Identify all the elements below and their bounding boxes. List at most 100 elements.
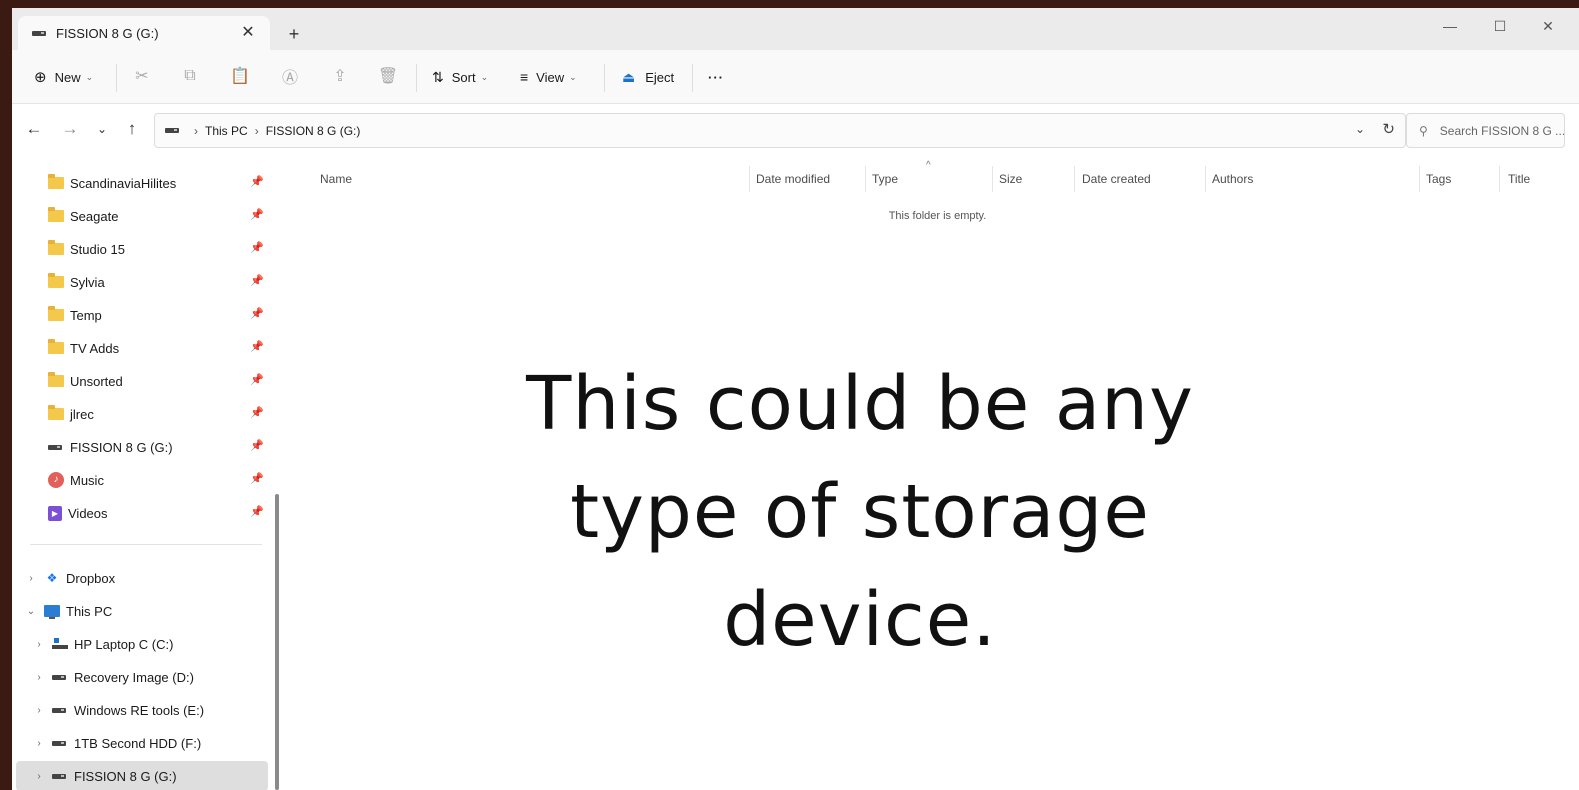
close-button[interactable]: ✕ — [1528, 12, 1568, 40]
up-arrow-icon[interactable]: ↑ — [120, 117, 144, 141]
maximize-button[interactable]: ☐ — [1480, 12, 1520, 40]
rename-icon[interactable]: Ⓐ — [278, 64, 302, 88]
column-header-tags[interactable]: Tags — [1426, 172, 1451, 186]
view-button[interactable]: ≡ View ⌄ — [520, 62, 577, 92]
chevron-right-icon[interactable]: › — [32, 639, 46, 650]
new-tab-icon[interactable]: + — [284, 24, 304, 44]
column-divider[interactable] — [1205, 166, 1206, 192]
minimize-button[interactable]: — — [1430, 12, 1470, 40]
divider — [416, 64, 417, 92]
sidebar-item-fission-pinned[interactable]: FISSION 8 G (G:) 📌 — [48, 432, 268, 462]
column-header-date-modified[interactable]: Date modified — [756, 172, 830, 186]
sort-ascending-caret-icon: ^ — [926, 160, 931, 171]
view-button-label: View — [536, 69, 565, 85]
chevron-right-icon[interactable]: › — [32, 738, 46, 749]
delete-icon[interactable]: 🗑 — [376, 64, 400, 88]
folder-icon — [48, 306, 64, 321]
column-header-size[interactable]: Size — [999, 172, 1022, 186]
divider — [116, 64, 117, 92]
column-divider[interactable] — [865, 166, 866, 192]
sidebar-item-studio-15[interactable]: Studio 15 📌 — [48, 234, 268, 264]
usb-drive-icon — [165, 128, 179, 133]
sort-button[interactable]: ⇅ Sort ⌄ — [432, 62, 488, 92]
column-divider[interactable] — [749, 166, 750, 192]
this-pc-icon — [44, 605, 60, 619]
back-arrow-icon[interactable]: ← — [22, 117, 46, 141]
sidebar-item-label: 1TB Second HDD (F:) — [74, 735, 202, 751]
sidebar-divider — [30, 544, 262, 545]
chevron-down-icon: ⌄ — [569, 71, 577, 82]
column-divider[interactable] — [992, 166, 993, 192]
sidebar-item-fission-8g-g[interactable]: › FISSION 8 G (G:) — [16, 761, 268, 790]
sidebar-item-label: Windows RE tools (E:) — [74, 702, 205, 718]
sidebar-item-this-pc[interactable]: ⌄ This PC — [24, 596, 268, 626]
pin-icon: 📌 — [250, 407, 264, 419]
eject-icon: ⏏ — [622, 68, 636, 85]
folder-icon — [48, 240, 64, 255]
address-bar[interactable]: › This PC › FISSION 8 G (G:) ⌄ ↻ — [154, 113, 1406, 148]
sidebar-item-label: ScandinaviaHilites — [70, 175, 177, 191]
copy-icon[interactable]: ⧉ — [178, 64, 202, 88]
chevron-down-icon[interactable]: ⌄ — [24, 606, 38, 617]
chevron-right-icon[interactable]: › — [24, 573, 38, 584]
breadcrumb-separator: › — [194, 123, 198, 138]
new-button[interactable]: ⊕ New ⌄ — [34, 62, 93, 92]
address-dropdown-chevron-icon[interactable]: ⌄ — [1355, 122, 1365, 136]
sidebar-item-tv-adds[interactable]: TV Adds 📌 — [48, 333, 268, 363]
drive-icon — [52, 674, 66, 680]
view-list-icon: ≡ — [520, 69, 529, 85]
sidebar-item-seagate[interactable]: Seagate 📌 — [48, 201, 268, 231]
search-icon: ⚲ — [1419, 123, 1428, 138]
paste-icon[interactable]: 📋 — [228, 64, 252, 88]
sidebar-item-music[interactable]: ♪ Music 📌 — [48, 465, 268, 495]
sidebar-item-videos[interactable]: ▶ Videos 📌 — [48, 498, 268, 528]
breadcrumb-current-drive[interactable]: FISSION 8 G (G:) — [266, 124, 361, 138]
tab-fission-drive[interactable]: FISSION 8 G (G:) ✕ — [18, 16, 270, 50]
sidebar-item-hp-laptop-c[interactable]: › HP Laptop C (C:) — [32, 629, 268, 659]
refresh-icon[interactable]: ↻ — [1382, 120, 1395, 138]
sidebar-item-dropbox[interactable]: › ❖ Dropbox — [24, 563, 268, 593]
chevron-down-icon: ⌄ — [480, 71, 489, 82]
sidebar-item-temp[interactable]: Temp 📌 — [48, 300, 268, 330]
usb-drive-icon — [32, 30, 46, 36]
more-options-button[interactable]: ··· — [708, 62, 724, 92]
cut-icon[interactable]: ✂ — [130, 64, 154, 88]
forward-arrow-icon[interactable]: → — [58, 117, 82, 141]
sidebar-item-label: Dropbox — [66, 570, 116, 586]
search-input[interactable]: ⚲ Search FISSION 8 G ... — [1406, 113, 1565, 148]
sidebar-item-label: Recovery Image (D:) — [74, 669, 194, 685]
sidebar-item-jlrec[interactable]: jlrec 📌 — [48, 399, 268, 429]
column-divider[interactable] — [1499, 166, 1500, 192]
folder-icon — [48, 174, 64, 189]
eject-button-label: Eject — [645, 69, 675, 85]
recent-locations-chevron-icon[interactable]: ⌄ — [90, 117, 114, 141]
sidebar-item-scandinaviahilites[interactable]: ScandinaviaHilites 📌 — [48, 168, 268, 198]
column-divider[interactable] — [1419, 166, 1420, 192]
sidebar-item-label: This PC — [66, 603, 113, 619]
chevron-right-icon[interactable]: › — [32, 672, 46, 683]
divider — [692, 64, 693, 92]
share-icon[interactable]: ⇪ — [328, 64, 352, 88]
usb-drive-icon — [48, 444, 62, 450]
column-header-authors[interactable]: Authors — [1212, 172, 1253, 186]
sidebar-item-recovery-image-d[interactable]: › Recovery Image (D:) — [32, 662, 268, 692]
column-header-name[interactable]: Name — [320, 172, 352, 186]
sidebar-item-1tb-second-hdd-f[interactable]: › 1TB Second HDD (F:) — [32, 728, 268, 758]
column-header-title[interactable]: Title — [1508, 172, 1530, 186]
tab-close-icon[interactable]: ✕ — [238, 23, 258, 43]
chevron-right-icon[interactable]: › — [32, 705, 46, 716]
eject-button[interactable]: ⏏ Eject — [622, 62, 674, 92]
chevron-right-icon[interactable]: › — [32, 771, 46, 782]
title-bar: FISSION 8 G (G:) ✕ + — ☐ ✕ — [12, 8, 1579, 50]
overlay-caption: This could be any type of storage device… — [526, 361, 1194, 663]
column-header-type[interactable]: Type — [872, 172, 898, 186]
sidebar-item-unsorted[interactable]: Unsorted 📌 — [48, 366, 268, 396]
sidebar-scrollbar-thumb[interactable] — [275, 494, 279, 790]
tab-label: FISSION 8 G (G:) — [56, 25, 159, 41]
column-header-date-created[interactable]: Date created — [1082, 172, 1151, 186]
sidebar-item-sylvia[interactable]: Sylvia 📌 — [48, 267, 268, 297]
sidebar-item-windows-re-tools-e[interactable]: › Windows RE tools (E:) — [32, 695, 268, 725]
breadcrumb-this-pc[interactable]: This PC — [205, 124, 248, 138]
column-divider[interactable] — [1074, 166, 1075, 192]
new-button-label: New — [54, 69, 81, 85]
